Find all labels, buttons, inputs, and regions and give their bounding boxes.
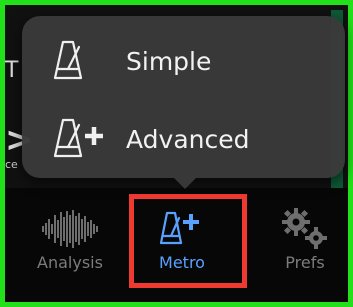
tab-analysis[interactable]: Analysis bbox=[20, 195, 120, 290]
tab-label-analysis: Analysis bbox=[37, 253, 103, 272]
popover-arrow bbox=[173, 177, 197, 189]
waveform-icon bbox=[38, 207, 102, 251]
tab-label-prefs: Prefs bbox=[285, 253, 325, 272]
metronome-icon bbox=[52, 37, 116, 85]
menu-item-advanced-label: Advanced bbox=[126, 124, 250, 154]
menu-item-simple[interactable]: Simple bbox=[22, 26, 345, 96]
metronome-plus-icon bbox=[52, 115, 116, 163]
menu-item-simple-label: Simple bbox=[126, 46, 212, 76]
background-fragment-top: T bbox=[5, 58, 19, 83]
menu-item-advanced[interactable]: Advanced bbox=[22, 104, 345, 174]
background-fragment-text: ce bbox=[5, 158, 18, 171]
metronome-mode-popover: Simple Advanced bbox=[22, 16, 345, 178]
tab-prefs[interactable]: Prefs bbox=[255, 195, 353, 290]
gears-icon bbox=[278, 207, 332, 251]
selected-tab-highlight bbox=[129, 194, 247, 288]
